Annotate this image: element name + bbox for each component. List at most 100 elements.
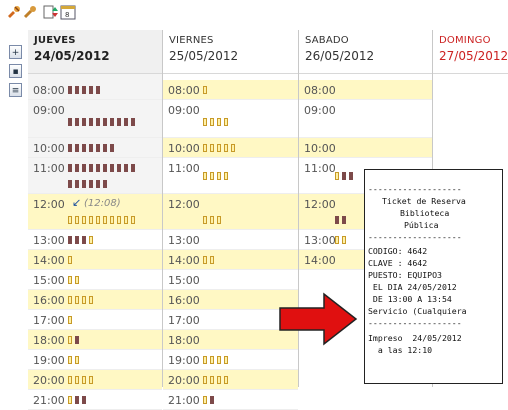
free-seat-marker[interactable]: [231, 144, 235, 152]
occupied-seat-marker[interactable]: [103, 164, 107, 172]
occupied-seat-marker[interactable]: [342, 216, 346, 224]
free-seat-marker[interactable]: [68, 276, 72, 284]
time-slot[interactable]: 08:00: [299, 80, 432, 100]
occupied-seat-marker[interactable]: [117, 164, 121, 172]
time-slot[interactable]: 10:00: [28, 138, 162, 158]
free-seat-marker[interactable]: [203, 376, 207, 384]
occupied-seat-marker[interactable]: [96, 86, 100, 94]
time-slot[interactable]: 12:00: [163, 194, 298, 230]
occupied-seat-marker[interactable]: [89, 86, 93, 94]
occupied-seat-marker[interactable]: [75, 336, 79, 344]
free-seat-marker[interactable]: [68, 216, 72, 224]
calendar-icon[interactable]: 8: [60, 4, 76, 20]
free-seat-marker[interactable]: [68, 376, 72, 384]
occupied-seat-marker[interactable]: [96, 164, 100, 172]
occupied-seat-marker[interactable]: [131, 164, 135, 172]
time-slot[interactable]: 10:00: [163, 138, 298, 158]
time-slot[interactable]: 12:00 ↙ (12:08): [28, 194, 162, 230]
free-seat-marker[interactable]: [96, 216, 100, 224]
occupied-seat-marker[interactable]: [117, 118, 121, 126]
occupied-seat-marker[interactable]: [68, 164, 72, 172]
occupied-seat-marker[interactable]: [89, 118, 93, 126]
free-seat-marker[interactable]: [75, 356, 79, 364]
occupied-seat-marker[interactable]: [68, 180, 72, 188]
tools-icon[interactable]: [6, 4, 22, 20]
free-seat-marker[interactable]: [75, 276, 79, 284]
occupied-seat-marker[interactable]: [124, 118, 128, 126]
free-seat-marker[interactable]: [68, 396, 72, 404]
occupied-seat-marker[interactable]: [335, 216, 339, 224]
occupied-seat-marker[interactable]: [82, 164, 86, 172]
free-seat-marker[interactable]: [68, 256, 72, 264]
occupied-seat-marker[interactable]: [82, 396, 86, 404]
occupied-seat-marker[interactable]: [124, 164, 128, 172]
free-seat-marker[interactable]: [217, 376, 221, 384]
free-seat-marker[interactable]: [75, 376, 79, 384]
wrench-icon[interactable]: [22, 4, 38, 20]
time-slot[interactable]: 16:00: [28, 290, 162, 310]
occupied-seat-marker[interactable]: [75, 86, 79, 94]
occupied-seat-marker[interactable]: [68, 144, 72, 152]
time-slot[interactable]: 08:00: [28, 80, 162, 100]
time-slot[interactable]: 20:00: [163, 370, 298, 390]
occupied-seat-marker[interactable]: [131, 118, 135, 126]
time-slot[interactable]: 14:00: [28, 250, 162, 270]
free-seat-marker[interactable]: [68, 356, 72, 364]
occupied-seat-marker[interactable]: [82, 180, 86, 188]
time-slot[interactable]: 20:00: [28, 370, 162, 390]
occupied-seat-marker[interactable]: [349, 172, 353, 180]
free-seat-marker[interactable]: [124, 216, 128, 224]
free-seat-marker[interactable]: [110, 216, 114, 224]
free-seat-marker[interactable]: [342, 236, 346, 244]
occupied-seat-marker[interactable]: [342, 172, 346, 180]
occupied-seat-marker[interactable]: [89, 144, 93, 152]
time-slot[interactable]: 19:00: [28, 350, 162, 370]
occupied-seat-marker[interactable]: [96, 118, 100, 126]
occupied-seat-marker[interactable]: [89, 164, 93, 172]
free-seat-marker[interactable]: [224, 144, 228, 152]
free-seat-marker[interactable]: [131, 216, 135, 224]
free-seat-marker[interactable]: [335, 172, 339, 180]
free-seat-marker[interactable]: [210, 356, 214, 364]
week-view-icon[interactable]: ≡: [9, 83, 22, 97]
free-seat-marker[interactable]: [103, 216, 107, 224]
free-seat-marker[interactable]: [210, 118, 214, 126]
time-slot[interactable]: 14:00: [163, 250, 298, 270]
free-seat-marker[interactable]: [68, 296, 72, 304]
free-seat-marker[interactable]: [203, 256, 207, 264]
time-slot[interactable]: 13:00: [163, 230, 298, 250]
free-seat-marker[interactable]: [210, 216, 214, 224]
free-seat-marker[interactable]: [82, 376, 86, 384]
occupied-seat-marker[interactable]: [68, 236, 72, 244]
time-slot[interactable]: 19:00: [163, 350, 298, 370]
free-seat-marker[interactable]: [217, 118, 221, 126]
occupied-seat-marker[interactable]: [75, 180, 79, 188]
free-seat-marker[interactable]: [203, 144, 207, 152]
free-seat-marker[interactable]: [75, 216, 79, 224]
free-seat-marker[interactable]: [217, 356, 221, 364]
day-view-icon[interactable]: ▪: [9, 64, 22, 78]
free-seat-marker[interactable]: [224, 172, 228, 180]
occupied-seat-marker[interactable]: [68, 118, 72, 126]
occupied-seat-marker[interactable]: [82, 118, 86, 126]
occupied-seat-marker[interactable]: [82, 86, 86, 94]
time-slot[interactable]: 21:00: [163, 390, 298, 410]
free-seat-marker[interactable]: [68, 316, 72, 324]
time-slot[interactable]: 13:00: [28, 230, 162, 250]
add-icon[interactable]: +: [9, 45, 22, 59]
free-seat-marker[interactable]: [217, 216, 221, 224]
occupied-seat-marker[interactable]: [75, 236, 79, 244]
free-seat-marker[interactable]: [224, 356, 228, 364]
free-seat-marker[interactable]: [89, 236, 93, 244]
free-seat-marker[interactable]: [82, 216, 86, 224]
occupied-seat-marker[interactable]: [75, 144, 79, 152]
free-seat-marker[interactable]: [224, 118, 228, 126]
time-slot[interactable]: 09:00: [28, 100, 162, 138]
time-slot[interactable]: 10:00: [299, 138, 432, 158]
free-seat-marker[interactable]: [203, 118, 207, 126]
time-slot[interactable]: 15:00: [28, 270, 162, 290]
sort-icon[interactable]: [43, 4, 59, 20]
free-seat-marker[interactable]: [117, 216, 121, 224]
occupied-seat-marker[interactable]: [96, 144, 100, 152]
time-slot[interactable]: 09:00: [163, 100, 298, 138]
